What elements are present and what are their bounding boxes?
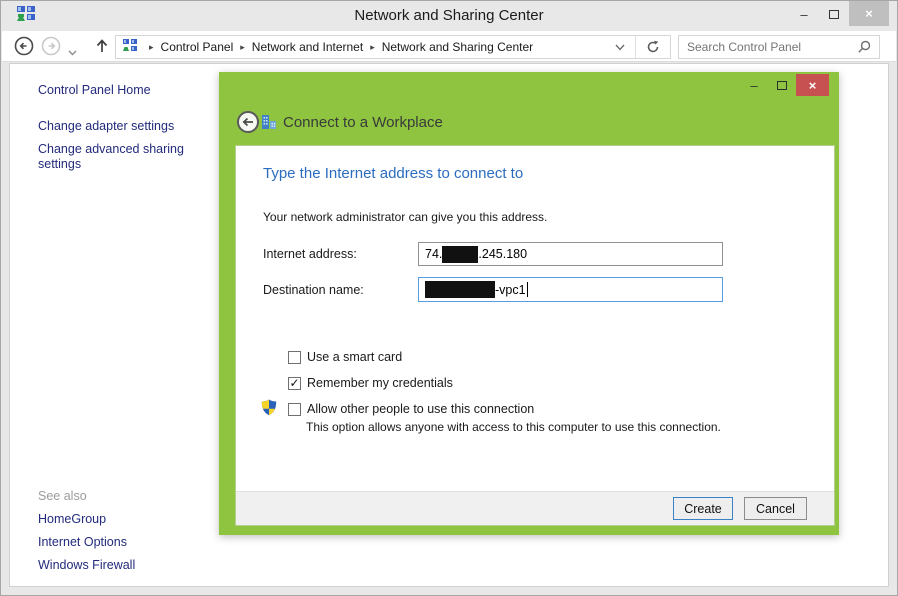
search-box [678,35,880,59]
title-bar: Network and Sharing Center – × [1,1,897,31]
internet-address-input[interactable]: 74. .245.180 [418,242,723,266]
search-input[interactable] [679,40,857,54]
dialog-heading: Type the Internet address to connect to [263,165,523,182]
search-icon [857,40,879,54]
smart-card-checkbox-row[interactable]: Use a smart card [288,350,402,364]
check-icon: ✓ [289,378,299,389]
close-button[interactable]: × [849,1,889,26]
network-sharing-center-window: Network and Sharing Center – × [0,0,898,596]
remember-credentials-checkbox[interactable]: ✓ [288,377,301,390]
dialog-footer: Create Cancel [236,491,834,525]
close-icon: × [809,78,817,93]
see-also-header: See also [38,489,87,503]
sidebar-item-internet-options[interactable]: Internet Options [38,535,127,549]
internet-address-value-prefix: 74. [425,247,442,261]
connect-workplace-dialog: – × Connect to a Workplace [219,72,839,535]
forward-button[interactable] [41,36,61,61]
internet-address-value-suffix: .245.180 [478,247,527,261]
sidebar-item-windows-firewall[interactable]: Windows Firewall [38,558,135,572]
dialog-subtext: Your network administrator can give you … [263,210,547,224]
redaction-box [425,281,495,298]
address-dropdown-button[interactable] [605,36,635,58]
crumb-chevron-icon: ▸ [233,42,252,53]
dialog-close-button[interactable]: × [796,74,829,96]
internet-address-label: Internet address: [263,247,357,261]
crumb-chevron-icon: ▸ [142,42,161,53]
allow-other-people-note: This option allows anyone with access to… [306,420,721,434]
maximize-icon [829,10,839,19]
allow-other-people-label: Allow other people to use this connectio… [307,402,534,416]
up-button[interactable] [94,37,110,60]
smart-card-checkbox[interactable] [288,351,301,364]
sidebar-item-change-advanced-sharing[interactable]: Change advanced sharing settings [38,142,196,172]
breadcrumb-control-panel[interactable]: Control Panel [161,40,234,54]
minimize-icon: – [750,78,757,93]
minimize-icon: – [800,7,807,22]
dialog-minimize-button[interactable]: – [740,74,768,96]
main-content: Control Panel Home Change adapter settin… [9,63,889,587]
maximize-button[interactable] [819,1,849,27]
allow-other-people-checkbox[interactable] [288,403,301,416]
sidebar-item-homegroup[interactable]: HomeGroup [38,512,106,526]
recent-pages-dropdown[interactable] [68,43,77,61]
address-bar: ▸ Control Panel ▸ Network and Internet ▸… [2,31,896,62]
minimize-button[interactable]: – [789,1,819,27]
dialog-maximize-button[interactable] [768,74,796,96]
control-panel-icon [122,38,138,57]
redaction-box [442,246,478,263]
workplace-buildings-icon [260,113,278,136]
dialog-title: Connect to a Workplace [283,114,443,131]
remember-credentials-label: Remember my credentials [307,376,453,390]
crumb-chevron-icon: ▸ [363,42,382,53]
breadcrumb[interactable]: ▸ Control Panel ▸ Network and Internet ▸… [115,35,671,59]
create-button[interactable]: Create [673,497,733,520]
maximize-icon [777,81,787,90]
window-title: Network and Sharing Center [1,7,897,24]
uac-shield-icon [261,399,277,421]
destination-name-label: Destination name: [263,283,364,297]
dialog-back-button[interactable] [237,111,259,133]
refresh-button[interactable] [636,36,670,58]
sidebar-item-change-adapter-settings[interactable]: Change adapter settings [38,119,174,133]
destination-name-input[interactable]: -vpc1 [418,277,723,302]
dialog-body: Type the Internet address to connect to … [235,145,835,526]
back-arrow-icon [242,117,254,127]
breadcrumb-network-and-sharing-center[interactable]: Network and Sharing Center [382,40,533,54]
destination-name-value-suffix: -vpc1 [495,283,526,297]
close-icon: × [865,6,873,21]
remember-credentials-checkbox-row[interactable]: ✓ Remember my credentials [288,376,453,390]
cancel-button[interactable]: Cancel [744,497,807,520]
smart-card-label: Use a smart card [307,350,402,364]
sidebar-item-control-panel-home[interactable]: Control Panel Home [38,83,151,97]
text-cursor [527,282,528,297]
back-button[interactable] [14,36,34,61]
breadcrumb-network-and-internet[interactable]: Network and Internet [252,40,363,54]
allow-other-people-checkbox-row[interactable]: Allow other people to use this connectio… [288,402,534,416]
